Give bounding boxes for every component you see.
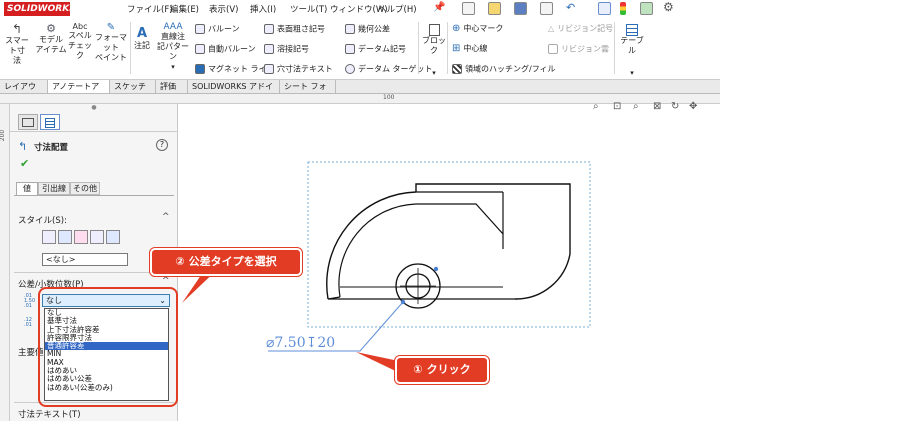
callout-pointers <box>182 265 408 377</box>
blank-margin <box>720 0 906 421</box>
callout-step2: ② 公差タイプを選択 <box>150 248 302 276</box>
callout-step1: ① クリック <box>395 356 489 384</box>
